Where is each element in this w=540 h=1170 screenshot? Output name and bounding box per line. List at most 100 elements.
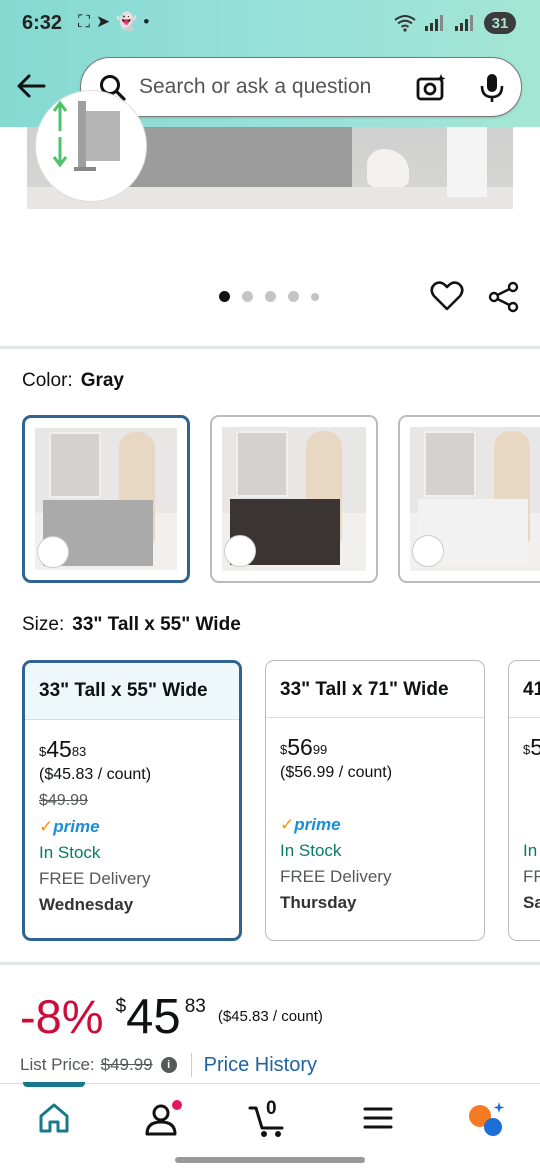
nav-account[interactable]	[143, 1100, 183, 1140]
delivery-day: Thursday	[280, 893, 357, 912]
swatch-image	[222, 427, 366, 571]
currency: $	[523, 742, 531, 757]
carousel-dot[interactable]	[265, 291, 276, 302]
signal-icon	[425, 15, 443, 31]
size-option-title: 41	[509, 661, 540, 718]
door-frame	[447, 127, 487, 197]
nav-home[interactable]	[36, 1100, 76, 1140]
share-icon[interactable]	[488, 281, 520, 313]
price-block: -8% $ 45 83 ($45.83 / count)	[20, 990, 323, 1044]
wifi-icon	[394, 15, 416, 32]
list-price: $49.99	[39, 792, 88, 809]
price-whole: 45	[126, 990, 181, 1044]
product-page: 6:32 ⛶ ➤ 👻 • 31 Search or ask a question	[0, 0, 540, 1170]
info-icon[interactable]: i	[160, 1057, 177, 1073]
back-arrow-icon	[17, 74, 46, 98]
section-divider	[0, 962, 540, 965]
carousel-dot[interactable]	[311, 292, 319, 301]
size-label-row: Size: 33" Tall x 55" Wide	[22, 614, 241, 636]
snapchat-icon: 👻	[116, 12, 138, 31]
size-label: Size:	[22, 614, 65, 635]
microphone-icon[interactable]	[479, 72, 505, 104]
swatch-image	[410, 427, 540, 571]
size-option-71[interactable]: 33" Tall x 71" Wide $5699 ($56.99 / coun…	[265, 660, 485, 941]
active-tab-indicator	[23, 1082, 85, 1087]
carousel-dot[interactable]	[288, 291, 299, 302]
unit-price: ($56.99 / count)	[280, 764, 393, 781]
door	[49, 432, 101, 498]
size-option-price: $5	[523, 734, 540, 760]
signal-icon-2	[455, 15, 473, 31]
rufus-icon	[469, 1102, 505, 1136]
height-adjust-icon	[52, 100, 120, 171]
prime-text: prime	[294, 815, 341, 834]
size-option-price: $5699	[280, 734, 484, 760]
door	[236, 431, 288, 497]
separator	[190, 1053, 192, 1077]
prime-check-icon: ✓	[39, 817, 54, 836]
size-option-title: 33" Tall x 55" Wide	[25, 663, 239, 720]
color-swatch-gray[interactable]	[22, 415, 190, 583]
delivery-text: FR	[523, 867, 540, 886]
unit-price: ($45.83 / count)	[217, 1008, 323, 1025]
slipper	[367, 149, 409, 187]
price-fraction: 83	[71, 744, 87, 759]
carousel-dot[interactable]	[219, 291, 230, 302]
size-value: 33" Tall x 55" Wide	[72, 614, 241, 635]
prime-badge: ✓prime	[39, 814, 239, 840]
delivery-day: Sa	[523, 893, 540, 912]
telegram-icon: ➤	[95, 12, 111, 31]
color-label: Color:	[22, 370, 73, 391]
list-price-label: List Price:	[20, 1055, 95, 1074]
delivery-day: Wednesday	[39, 895, 134, 914]
swatch-badge	[224, 535, 256, 567]
list-price-spacer	[280, 786, 484, 812]
currency: $	[39, 744, 47, 759]
list-price-value: $49.99	[100, 1055, 153, 1074]
color-swatch-white[interactable]	[398, 415, 540, 583]
size-option-body: $4583 ($45.83 / count) $49.99 ✓prime In …	[25, 720, 239, 918]
price-whole: 5	[530, 734, 540, 760]
size-option-partial[interactable]: 41 $5 In FR Sa	[508, 660, 540, 941]
size-option-55[interactable]: 33" Tall x 55" Wide $4583 ($45.83 / coun…	[22, 660, 242, 941]
nav-cart[interactable]: 0	[248, 1098, 288, 1140]
price-fraction: 99	[312, 742, 328, 757]
camera-search-icon[interactable]	[415, 72, 447, 104]
size-option-title: 33" Tall x 71" Wide	[266, 661, 484, 718]
stock-status: In Stock	[280, 841, 342, 860]
list-price-row: List Price: $49.99 i Price History	[20, 1053, 317, 1077]
color-swatch-black[interactable]	[210, 415, 378, 583]
color-value: Gray	[80, 370, 124, 391]
wishlist-heart-icon[interactable]	[430, 280, 464, 312]
nav-rufus[interactable]	[466, 1100, 506, 1140]
home-icon	[39, 1103, 69, 1133]
swatch-image	[35, 428, 177, 570]
carousel-indicator	[219, 291, 319, 302]
dot-icon: •	[143, 12, 150, 31]
price-whole: 56	[287, 734, 313, 760]
swatch-badge	[37, 536, 69, 568]
unit-price: ($45.83 / count)	[39, 766, 152, 783]
nav-menu[interactable]	[362, 1100, 402, 1140]
stock-status: In Stock	[39, 843, 101, 862]
price-history-link[interactable]: Price History	[204, 1054, 317, 1077]
currency: $	[280, 742, 288, 757]
search-input[interactable]: Search or ask a question	[80, 57, 522, 117]
account-icon	[145, 1100, 182, 1136]
carousel-dot[interactable]	[242, 291, 253, 302]
screenshot-icon: ⛶	[78, 12, 90, 31]
size-option-body: $5 In FR Sa	[509, 718, 540, 916]
status-right: 31	[394, 12, 516, 34]
search-placeholder: Search or ask a question	[139, 75, 372, 98]
battery-indicator: 31	[484, 12, 516, 34]
back-button[interactable]	[14, 68, 50, 104]
notification-icons: ⛶ ➤ 👻 •	[78, 12, 149, 32]
menu-icon	[363, 1107, 393, 1129]
price-fraction: 83	[184, 996, 206, 1017]
color-label-row: Color: Gray	[22, 370, 124, 392]
size-option-body: $5699 ($56.99 / count) ✓prime In Stock F…	[266, 718, 484, 916]
product-feature-badge	[35, 90, 147, 202]
section-divider	[0, 346, 540, 349]
delivery-text: FREE Delivery	[39, 869, 151, 888]
